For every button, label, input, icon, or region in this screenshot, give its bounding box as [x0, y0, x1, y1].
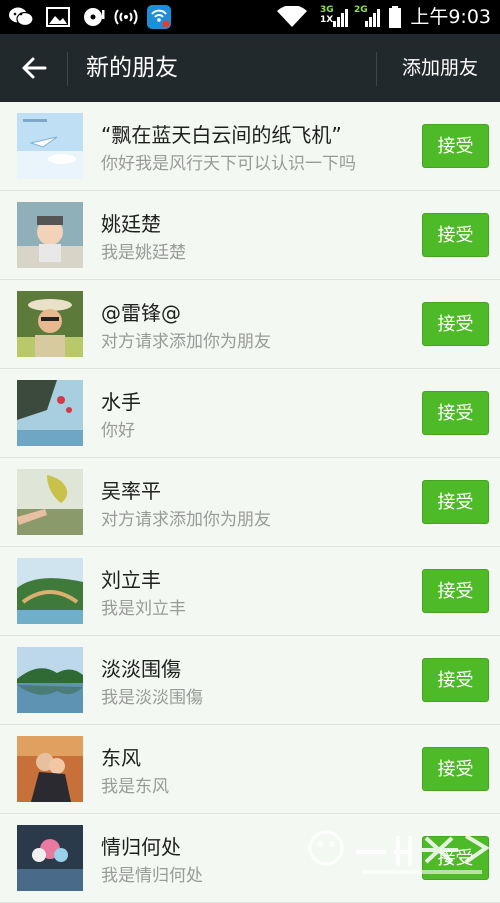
site-watermark-logo: [302, 822, 492, 882]
avatar: [17, 380, 83, 446]
signal-icon: [332, 4, 350, 30]
request-message: 我是东风: [101, 777, 169, 797]
signal-icon: [364, 4, 382, 30]
back-arrow-icon: [22, 57, 47, 79]
avatar: [17, 291, 83, 357]
header-divider: [376, 52, 377, 86]
avatar: [17, 825, 83, 891]
list-item[interactable]: 东风 我是东风 接受: [0, 725, 500, 814]
request-message: 我是情归何处: [101, 866, 203, 886]
wifi-icon: [276, 4, 308, 30]
add-friend-button[interactable]: 添加朋友: [402, 34, 478, 102]
request-name: @雷锋@: [101, 301, 181, 325]
page-title: 新的朋友: [86, 55, 178, 81]
wechat-icon: [6, 4, 36, 30]
accept-button[interactable]: 接受: [422, 302, 489, 346]
list-item[interactable]: 水手 你好 接受: [0, 369, 500, 458]
battery-icon: [387, 4, 403, 30]
back-button[interactable]: [14, 48, 54, 88]
accept-button[interactable]: 接受: [422, 658, 489, 702]
request-message: 我是姚廷楚: [101, 243, 186, 263]
request-name: 姚廷楚: [101, 212, 161, 236]
request-message: 我是刘立丰: [101, 599, 186, 619]
avatar: [17, 202, 83, 268]
avatar: [17, 558, 83, 624]
music-disc-icon: [80, 4, 108, 30]
list-item[interactable]: 吴率平 对方请求添加你为朋友 接受: [0, 458, 500, 547]
list-item[interactable]: “飘在蓝天白云间的纸飞机” 你好我是风行天下可以认识一下吗 接受: [0, 102, 500, 191]
request-name: 淡淡围傷: [101, 657, 181, 681]
list-item[interactable]: 淡淡围傷 我是淡淡围傷 接受: [0, 636, 500, 725]
list-item[interactable]: @雷锋@ 对方请求添加你为朋友 接受: [0, 280, 500, 369]
status-bar: 3G 1X 2G 上午9:03: [0, 0, 500, 34]
request-name: 东风: [101, 746, 141, 770]
header-divider: [67, 52, 68, 86]
request-name: “飘在蓝天白云间的纸飞机”: [101, 123, 342, 147]
list-item[interactable]: 刘立丰 我是刘立丰 接受: [0, 547, 500, 636]
avatar: [17, 647, 83, 713]
accept-button[interactable]: 接受: [422, 213, 489, 257]
list-item[interactable]: 姚廷楚 我是姚廷楚 接受: [0, 191, 500, 280]
request-name: 吴率平: [101, 479, 161, 503]
wifi-app-icon: [146, 4, 172, 30]
top-bar: 新的朋友 添加朋友: [0, 34, 500, 102]
request-message: 我是淡淡围傷: [101, 688, 203, 708]
avatar: [17, 736, 83, 802]
friend-request-list: “飘在蓝天白云间的纸飞机” 你好我是风行天下可以认识一下吗 接受 姚廷楚 我是姚…: [0, 102, 500, 903]
image-icon: [44, 4, 72, 30]
avatar: [17, 469, 83, 535]
status-time: 上午9:03: [410, 6, 491, 28]
avatar: [17, 113, 83, 179]
accept-button[interactable]: 接受: [422, 747, 489, 791]
accept-button[interactable]: 接受: [422, 569, 489, 613]
request-message: 你好: [101, 421, 135, 441]
wifi-hotspot-icon: [112, 4, 140, 30]
request-message: 你好我是风行天下可以认识一下吗: [101, 154, 356, 174]
request-message: 对方请求添加你为朋友: [101, 510, 271, 530]
accept-button[interactable]: 接受: [422, 391, 489, 435]
accept-button[interactable]: 接受: [422, 124, 489, 168]
request-message: 对方请求添加你为朋友: [101, 332, 271, 352]
request-name: 情归何处: [101, 835, 181, 859]
request-name: 水手: [101, 390, 141, 414]
accept-button[interactable]: 接受: [422, 480, 489, 524]
request-name: 刘立丰: [101, 568, 161, 592]
